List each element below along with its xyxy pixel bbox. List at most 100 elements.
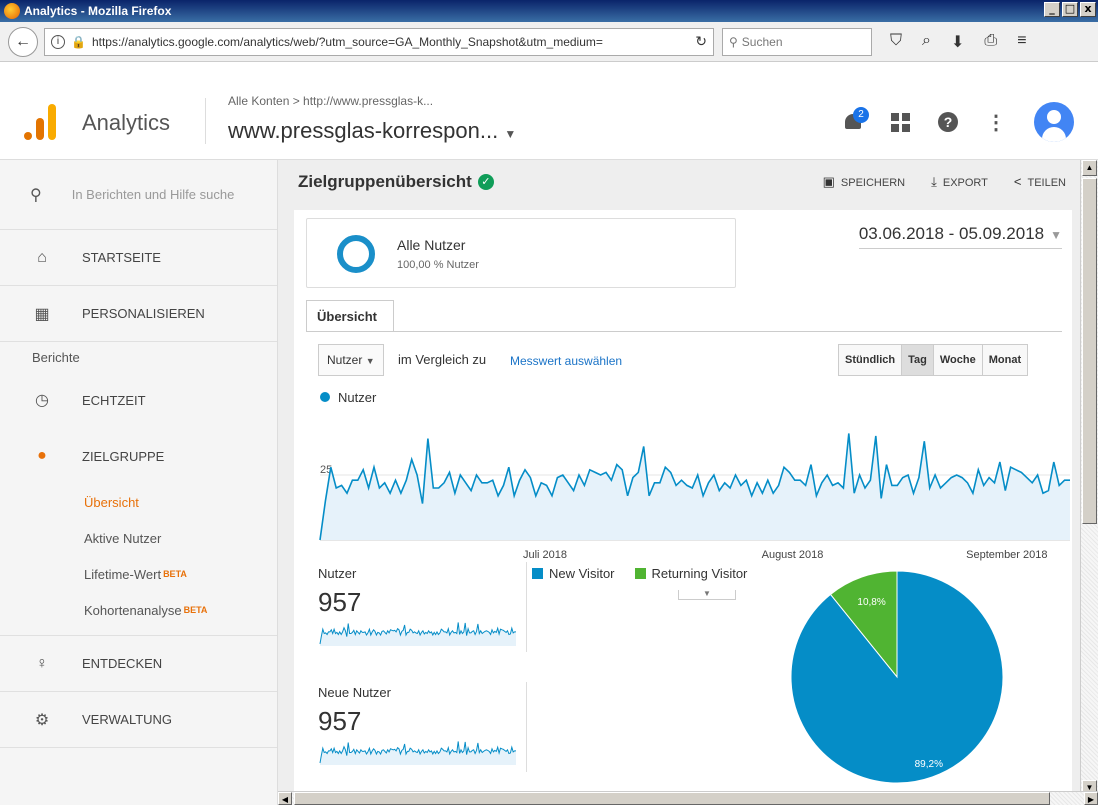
- print-icon[interactable]: ⎙: [984, 32, 997, 52]
- tab-overview[interactable]: Übersicht: [306, 300, 394, 332]
- notification-badge: 2: [853, 107, 869, 123]
- sparkline-chart: [319, 741, 516, 765]
- sidebar-item-label: ZIELGRUPPE: [82, 448, 165, 464]
- export-icon: ⤓: [931, 174, 937, 189]
- lightbulb-icon: ♀: [36, 654, 48, 672]
- sidebar-subitem-active-users[interactable]: Aktive Nutzer: [0, 520, 277, 556]
- search-icon: ⚲: [729, 34, 738, 49]
- back-button[interactable]: ←: [8, 26, 38, 57]
- segment-card[interactable]: Alle Nutzer 100,00 % Nutzer: [306, 218, 736, 288]
- url-bar[interactable]: i 🔒 https://analytics.google.com/analyti…: [44, 27, 714, 56]
- tab-divider: [306, 331, 1062, 332]
- property-name[interactable]: www.pressglas-korrespon...: [228, 118, 498, 143]
- sidebar-subitem-lifetime-value[interactable]: Lifetime-Wert BETA: [0, 556, 277, 592]
- scroll-right-arrow[interactable]: ▶: [1084, 792, 1098, 805]
- account-breadcrumb[interactable]: Alle Konten > http://www.pressglas-k...: [228, 94, 433, 108]
- legend-swatch: [634, 568, 646, 579]
- sparkline-fill: [320, 622, 516, 646]
- scrollbar-thumb[interactable]: [294, 792, 1050, 805]
- sidebar-search-placeholder[interactable]: In Berichten und Hilfe suche: [72, 187, 235, 202]
- subitem-label: Übersicht: [84, 494, 139, 510]
- sparkline-block-users[interactable]: Nutzer 957: [318, 566, 524, 651]
- horizontal-scrollbar[interactable]: ◀ ▶: [278, 791, 1098, 805]
- notifications-bell-icon[interactable]: 2: [843, 107, 869, 133]
- sidebar-item-discover[interactable]: ♀ ENTDECKEN: [0, 636, 277, 692]
- metric-select-value[interactable]: Nutzer: [327, 353, 362, 367]
- chevron-down-icon[interactable]: ▼: [366, 356, 375, 366]
- search-toolbar-icon[interactable]: ⌕: [922, 32, 931, 52]
- avatar[interactable]: [1034, 102, 1074, 142]
- date-range-text[interactable]: 03.06.2018 - 05.09.2018: [859, 224, 1044, 243]
- period-month-button[interactable]: Monat: [982, 345, 1028, 375]
- sparkline-block-new-users[interactable]: Neue Nutzer 957: [318, 685, 524, 770]
- menu-icon[interactable]: ≡: [1017, 32, 1026, 52]
- save-label: SPEICHERN: [840, 177, 906, 189]
- segment-percent: 100,00 % Nutzer: [397, 259, 479, 271]
- sidebar-item-label: ENTDECKEN: [82, 656, 163, 671]
- lock-icon[interactable]: 🔒: [71, 35, 86, 49]
- sidebar-item-realtime[interactable]: ◷ ECHTZEIT: [0, 372, 277, 428]
- maximize-button[interactable]: □: [1062, 2, 1078, 17]
- download-icon[interactable]: ⬇: [951, 32, 964, 52]
- share-button[interactable]: < TEILEN: [1014, 174, 1066, 190]
- analytics-header: Analytics Alle Konten > http://www.press…: [0, 62, 1098, 160]
- minimize-button[interactable]: _: [1044, 2, 1060, 17]
- pie-slice-label: 10,8%: [857, 597, 885, 608]
- url-text[interactable]: https://analytics.google.com/analytics/w…: [92, 35, 689, 49]
- subitem-label: Lifetime-Wert: [84, 566, 162, 582]
- search-bar[interactable]: ⚲ Suchen: [722, 27, 872, 56]
- legend-label: Returning Visitor: [651, 566, 748, 581]
- visitor-type-pie-chart[interactable]: 10,8% 89,2%: [782, 562, 1012, 792]
- share-icon: <: [1013, 174, 1022, 189]
- scroll-up-arrow[interactable]: ▲: [1082, 160, 1097, 176]
- vertical-scrollbar[interactable]: ▲ ▼: [1080, 160, 1098, 796]
- period-week-button[interactable]: Woche: [933, 345, 983, 375]
- sidebar-item-audience[interactable]: ● ZIELGRUPPE: [0, 428, 277, 484]
- sparkline-value: 957: [318, 706, 362, 736]
- property-selector[interactable]: www.pressglas-korrespon... ▼: [228, 118, 516, 144]
- scroll-left-arrow[interactable]: ◀: [278, 792, 292, 805]
- compare-metric-link[interactable]: Messwert auswählen: [510, 354, 622, 368]
- sidebar-item-label: ECHTZEIT: [82, 392, 146, 408]
- pie-legend-item[interactable]: Returning Visitor: [634, 566, 748, 581]
- sidebar-item-home[interactable]: ⌂ STARTSEITE: [0, 230, 277, 286]
- period-hourly-button[interactable]: Stündlich: [839, 345, 903, 375]
- apps-grid-icon[interactable]: [891, 112, 910, 132]
- sidebar-item-label: VERWALTUNG: [82, 712, 173, 727]
- chevron-down-icon[interactable]: ▼: [1050, 228, 1062, 242]
- more-vert-icon[interactable]: ⋮: [986, 110, 1006, 135]
- analytics-logo[interactable]: [24, 102, 58, 140]
- sidebar-item-admin[interactable]: ⚙ VERWALTUNG: [0, 692, 277, 748]
- pocket-icon[interactable]: ⛉: [890, 32, 902, 52]
- sidebar-item-customize[interactable]: ▦ PERSONALISIEREN: [0, 286, 277, 342]
- save-button[interactable]: ▣ SPEICHERN: [823, 174, 905, 190]
- sidebar-subitem-cohort-analysis[interactable]: Kohortenanalyse BETA: [0, 592, 277, 628]
- info-icon[interactable]: i: [51, 34, 65, 49]
- legend-swatch: [532, 568, 543, 579]
- app-name: Analytics: [82, 110, 171, 135]
- compare-label: im Vergleich zu: [398, 352, 487, 367]
- subitem-label: Aktive Nutzer: [84, 530, 162, 546]
- period-day-button[interactable]: Tag: [902, 345, 934, 375]
- chevron-down-icon[interactable]: ▼: [504, 127, 516, 141]
- scrollbar-thumb[interactable]: [1082, 178, 1097, 524]
- save-icon: ▣: [822, 174, 835, 189]
- sparkline-chart: [319, 622, 516, 646]
- metric-select[interactable]: Nutzer ▼: [318, 344, 384, 376]
- date-range-selector[interactable]: 03.06.2018 - 05.09.2018 ▼: [858, 224, 1062, 249]
- clock-icon: ◷: [35, 392, 49, 409]
- sidebar-item-label: PERSONALISIEREN: [82, 306, 205, 321]
- pie-slice: [790, 570, 1004, 784]
- sidebar-search[interactable]: ⚲ In Berichten und Hilfe suche: [0, 160, 277, 230]
- export-button[interactable]: ⤓ EXPORT: [931, 174, 988, 190]
- x-tick-label: September 2018: [966, 549, 1047, 561]
- chart-collapse-handle[interactable]: ▼: [678, 590, 736, 600]
- close-button[interactable]: x: [1080, 2, 1096, 17]
- reload-icon[interactable]: ↻: [695, 33, 707, 50]
- sidebar: ⚲ In Berichten und Hilfe suche ⌂ STARTSE…: [0, 160, 278, 805]
- sidebar-item-label: STARTSEITE: [82, 250, 161, 265]
- help-icon[interactable]: ?: [938, 112, 958, 132]
- pie-legend-item[interactable]: New Visitor: [532, 566, 615, 581]
- verified-check-icon: ✓: [477, 174, 494, 190]
- sidebar-subitem-overview[interactable]: Übersicht: [0, 484, 277, 520]
